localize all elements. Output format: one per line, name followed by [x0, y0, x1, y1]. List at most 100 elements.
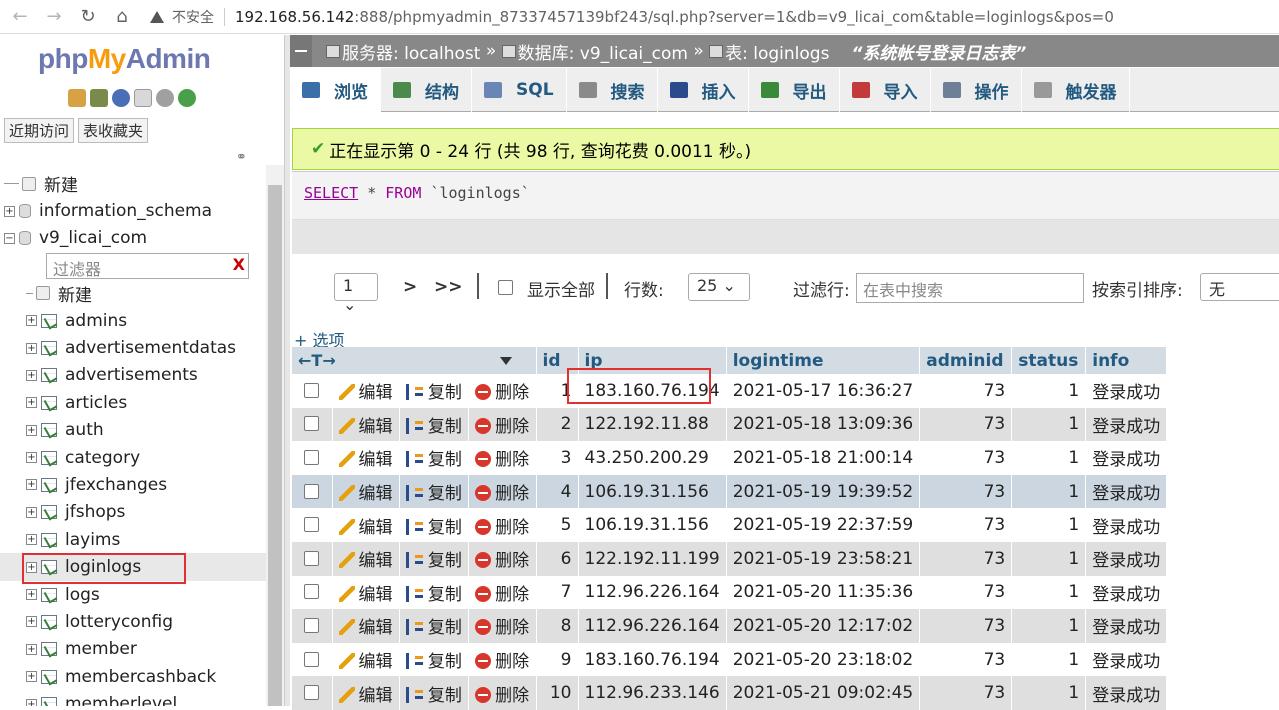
- cell-ip[interactable]: 43.250.200.29: [578, 441, 727, 475]
- cell-logintime[interactable]: 2021-05-20 12:17:02: [726, 609, 921, 643]
- cell-id[interactable]: 9: [536, 642, 579, 677]
- back-icon[interactable]: ←: [6, 3, 34, 31]
- tree-item[interactable]: + advertisementdatas: [0, 334, 266, 361]
- edit-action[interactable]: 编辑: [332, 474, 400, 509]
- cell-info[interactable]: 登录成功: [1085, 441, 1168, 475]
- link-icon[interactable]: ⚭: [236, 150, 247, 165]
- column-arrows-icon[interactable]: ←T→: [298, 351, 336, 370]
- cell-status[interactable]: 1: [1011, 575, 1087, 610]
- tree-item[interactable]: + advertisements: [0, 362, 266, 389]
- cell-adminid[interactable]: 73: [919, 541, 1013, 576]
- tab-trigger[interactable]: 触发器: [1022, 68, 1130, 112]
- edit-action[interactable]: 编辑: [332, 374, 400, 408]
- edit-action[interactable]: 编辑: [332, 541, 400, 576]
- recent-button[interactable]: 近期访问: [4, 118, 75, 143]
- delete-action[interactable]: 删除: [468, 474, 537, 509]
- expand-icon[interactable]: +: [26, 506, 37, 518]
- cell-id[interactable]: 3: [536, 441, 579, 475]
- cell-adminid[interactable]: 73: [919, 642, 1013, 677]
- cell-logintime[interactable]: 2021-05-18 13:09:36: [726, 407, 921, 442]
- tree-item[interactable]: + information_schema: [0, 197, 266, 224]
- expand-icon[interactable]: +: [26, 643, 37, 655]
- cell-status[interactable]: 1: [1011, 441, 1087, 475]
- filter-rows-input[interactable]: 在表中搜索: [856, 273, 1084, 303]
- row-checkbox[interactable]: [304, 617, 320, 633]
- sidebar-scroll-thumb[interactable]: [268, 185, 282, 706]
- cell-adminid[interactable]: 73: [919, 407, 1013, 442]
- delete-action[interactable]: 删除: [468, 541, 537, 576]
- copy-action[interactable]: 复制: [399, 441, 470, 475]
- cell-id[interactable]: 7: [536, 575, 579, 610]
- tree-item[interactable]: + lotteryconfig: [0, 608, 266, 635]
- cell-status[interactable]: 1: [1011, 508, 1087, 542]
- cell-info[interactable]: 登录成功: [1085, 508, 1168, 542]
- cell-id[interactable]: 6: [536, 541, 579, 576]
- edit-action[interactable]: 编辑: [332, 441, 400, 475]
- tab-sql[interactable]: SQL: [472, 68, 567, 112]
- collapse-icon[interactable]: [290, 35, 312, 67]
- tree-item[interactable]: + layims: [0, 526, 266, 553]
- cell-id[interactable]: 8: [536, 609, 579, 643]
- cell-logintime[interactable]: 2021-05-19 19:39:52: [726, 474, 921, 509]
- cell-adminid[interactable]: 73: [919, 374, 1013, 408]
- tree-item[interactable]: − v9_licai_com: [0, 225, 266, 252]
- tab-wrench[interactable]: 操作: [931, 68, 1022, 112]
- clear-filter-icon[interactable]: X: [233, 255, 245, 274]
- next-page-button[interactable]: >: [403, 277, 417, 297]
- copy-action[interactable]: 复制: [399, 474, 470, 509]
- reload-icon[interactable]: ↻: [74, 3, 102, 31]
- tab-insert[interactable]: 插入: [658, 68, 749, 112]
- delete-action[interactable]: 删除: [468, 441, 537, 475]
- cell-status[interactable]: 1: [1011, 676, 1087, 710]
- logout-icon[interactable]: [90, 89, 108, 107]
- delete-action[interactable]: 删除: [468, 407, 537, 442]
- expand-icon[interactable]: −: [4, 232, 15, 244]
- row-checkbox[interactable]: [304, 483, 320, 499]
- cell-ip[interactable]: 106.19.31.156: [578, 474, 727, 509]
- delete-action[interactable]: 删除: [468, 508, 537, 542]
- expand-icon[interactable]: +: [26, 479, 37, 491]
- docs-icon[interactable]: [134, 89, 152, 107]
- cell-info[interactable]: 登录成功: [1085, 474, 1168, 509]
- home-icon[interactable]: [68, 89, 86, 107]
- copy-action[interactable]: 复制: [399, 676, 470, 710]
- cell-status[interactable]: 1: [1011, 609, 1087, 643]
- cell-status[interactable]: 1: [1011, 474, 1087, 509]
- tree-item[interactable]: + jfshops: [0, 499, 266, 526]
- copy-action[interactable]: 复制: [399, 575, 470, 610]
- tree-item[interactable]: + articles: [0, 389, 266, 416]
- cell-info[interactable]: 登录成功: [1085, 609, 1168, 643]
- cell-adminid[interactable]: 73: [919, 474, 1013, 509]
- cell-status[interactable]: 1: [1011, 541, 1087, 576]
- tab-export[interactable]: 导出: [749, 68, 840, 112]
- tab-browse[interactable]: 浏览: [290, 68, 381, 113]
- cell-adminid[interactable]: 73: [919, 575, 1013, 610]
- delete-action[interactable]: 删除: [468, 374, 537, 408]
- expand-icon[interactable]: +: [4, 205, 15, 217]
- cell-status[interactable]: 1: [1011, 374, 1087, 408]
- help-icon[interactable]: [112, 89, 130, 107]
- phpmyadmin-logo[interactable]: phpMyAdmin: [38, 43, 211, 75]
- cell-ip[interactable]: 112.96.233.146: [578, 676, 727, 710]
- cell-logintime[interactable]: 2021-05-17 16:36:27: [726, 374, 921, 408]
- row-checkbox[interactable]: [304, 449, 320, 465]
- page-select[interactable]: 1 ⌄: [334, 273, 378, 314]
- cell-info[interactable]: 登录成功: [1085, 374, 1168, 408]
- cell-id[interactable]: 10: [536, 676, 579, 710]
- cell-status[interactable]: 1: [1011, 407, 1087, 442]
- delete-action[interactable]: 删除: [468, 642, 537, 677]
- cell-ip[interactable]: 122.192.11.88: [578, 407, 727, 442]
- row-checkbox[interactable]: [304, 382, 320, 398]
- tree-item[interactable]: + admins: [0, 307, 266, 334]
- cell-info[interactable]: 登录成功: [1085, 642, 1168, 677]
- expand-icon[interactable]: +: [26, 616, 37, 628]
- row-checkbox[interactable]: [304, 584, 320, 600]
- cell-logintime[interactable]: 2021-05-20 11:35:36: [726, 575, 921, 610]
- copy-action[interactable]: 复制: [399, 374, 470, 408]
- cell-logintime[interactable]: 2021-05-20 23:18:02: [726, 642, 921, 677]
- expand-icon[interactable]: +: [26, 397, 37, 409]
- sql-query[interactable]: SELECT * FROM `loginlogs`: [292, 172, 1279, 220]
- tree-item[interactable]: + auth: [0, 417, 266, 444]
- edit-action[interactable]: 编辑: [332, 508, 400, 542]
- sql-select[interactable]: SELECT: [304, 184, 358, 202]
